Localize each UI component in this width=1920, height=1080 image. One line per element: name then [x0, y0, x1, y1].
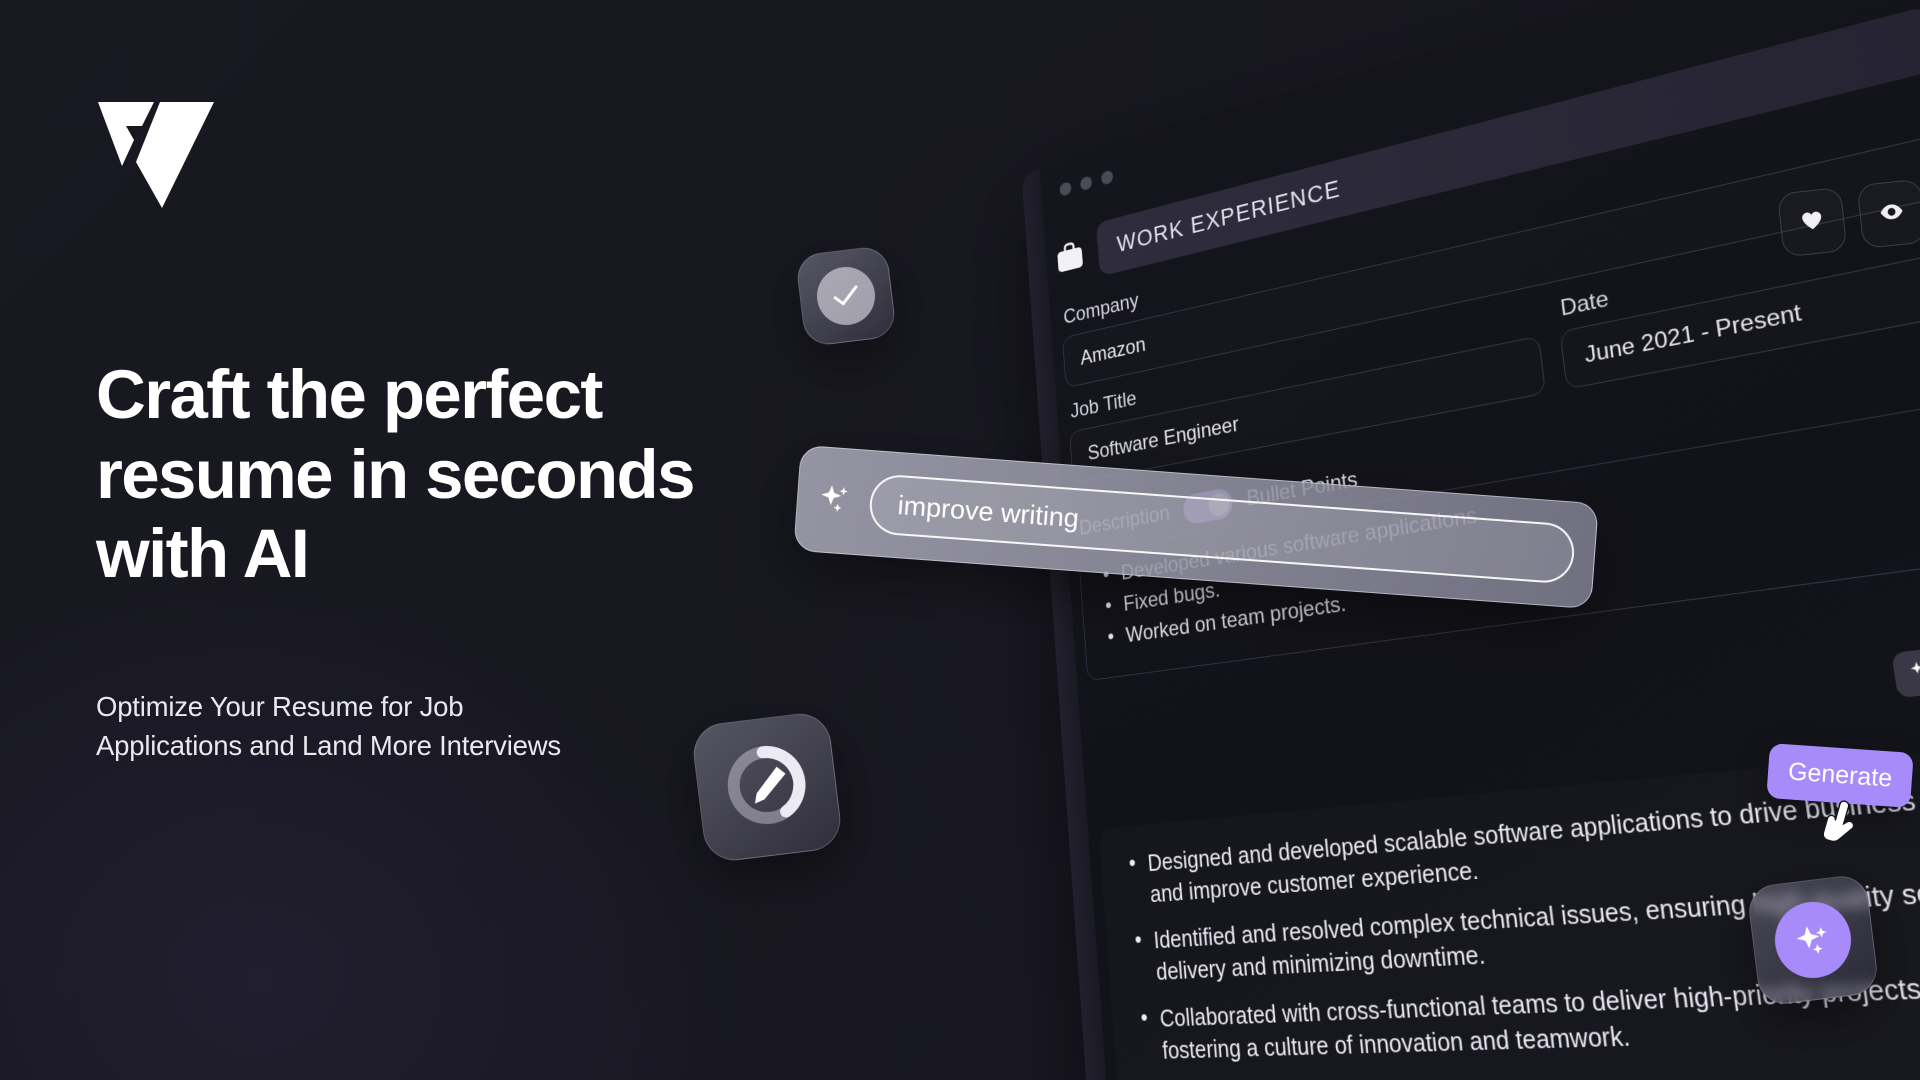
pencil-progress-icon — [711, 729, 823, 845]
window-traffic-lights[interactable] — [1059, 169, 1114, 197]
window-dot-minimize[interactable] — [1079, 175, 1093, 192]
eye-icon — [1879, 201, 1905, 226]
check-badge — [794, 244, 898, 348]
favorite-button[interactable] — [1777, 187, 1848, 258]
sparkle-icon — [1770, 897, 1856, 983]
hero-landing-page: Craft the perfect resume in seconds with… — [0, 0, 1920, 1080]
hand-pointer-cursor — [1818, 799, 1862, 854]
preview-button[interactable] — [1856, 178, 1920, 249]
length-chip-group: Suggested Concise — [1142, 1075, 1920, 1080]
section-title: WORK EXPERIENCE — [1115, 174, 1342, 257]
sparkle-icon — [817, 480, 854, 521]
generate-button[interactable]: Generate — [1766, 743, 1914, 808]
check-icon — [813, 263, 879, 329]
window-dot-close[interactable] — [1059, 181, 1072, 197]
page-subtitle: Optimize Your Resume for Job Application… — [96, 691, 561, 761]
sparkle-icon — [1909, 659, 1920, 687]
writing-badge — [690, 710, 844, 864]
heart-icon — [1800, 209, 1824, 236]
valley-logo — [96, 96, 216, 214]
page-title: Craft the perfect resume in seconds with… — [96, 356, 695, 593]
ai-editor-button[interactable]: AI Editor — [1891, 634, 1920, 699]
window-dot-maximize[interactable] — [1100, 169, 1114, 186]
briefcase-icon — [1055, 239, 1084, 275]
hero-left-column: Craft the perfect resume in seconds with… — [96, 0, 878, 1080]
ai-badge — [1746, 873, 1880, 1007]
